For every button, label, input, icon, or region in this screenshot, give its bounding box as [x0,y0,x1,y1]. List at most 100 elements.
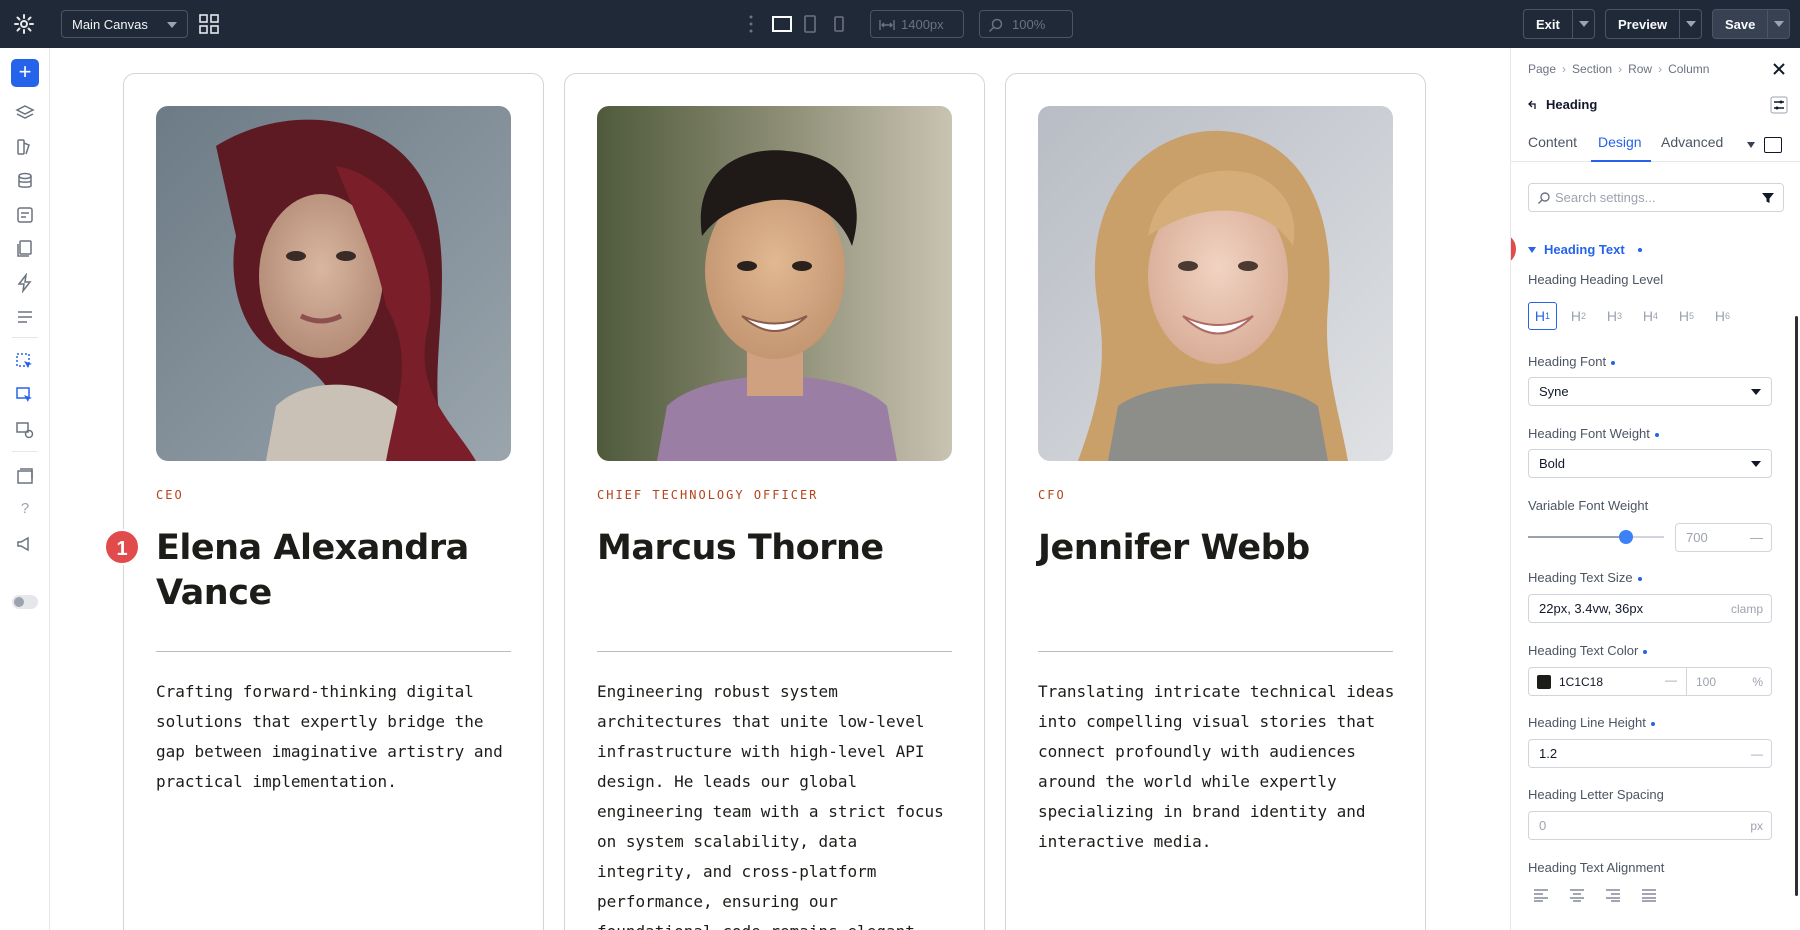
lightning-icon[interactable] [15,273,35,293]
heading-level-h1[interactable]: H1 [1528,302,1557,330]
line-height-input[interactable]: 1.2 — [1528,739,1772,768]
letter-spacing-input[interactable]: 0 px [1528,811,1772,840]
gear-icon[interactable] [14,14,34,34]
align-center-icon[interactable] [1569,888,1585,902]
megaphone-icon[interactable] [15,534,35,554]
select-cursor-icon[interactable] [15,352,35,372]
tab-content[interactable]: Content [1528,134,1577,150]
caret-down-icon [1751,389,1761,395]
variable-weight-slider[interactable] [1528,530,1664,544]
breadcrumb-row[interactable]: Row [1628,62,1652,76]
text-size-input[interactable]: 22px, 3.4vw, 36px clamp [1528,594,1772,623]
team-card[interactable]: CFO Jennifer Webb Translating intricate … [1005,73,1426,930]
phone-view-icon[interactable] [833,14,845,34]
breadcrumb-page[interactable]: Page [1528,62,1556,76]
card-divider [156,651,511,652]
canvas-select[interactable]: Main Canvas [61,10,188,38]
responsive-settings-icon[interactable] [15,420,35,440]
desktop-view-icon[interactable] [771,14,793,34]
filter-icon[interactable] [1761,191,1775,205]
team-bio: Translating intricate technical ideas in… [1038,682,1395,851]
caret-down-icon[interactable] [1747,142,1755,148]
text-size-suffix: clamp [1730,602,1763,616]
team-bio: Engineering robust system architectures … [597,682,944,930]
zoom-field[interactable]: 100% [979,10,1073,38]
theme-toggle[interactable] [12,595,38,609]
font-weight-select[interactable]: Bold [1528,449,1772,478]
module-title-label: Heading [1546,97,1598,112]
tablet-view-icon[interactable] [803,14,817,34]
select-multi-icon[interactable] [15,386,35,406]
exit-button[interactable]: Exit [1523,9,1595,39]
heading-level-h4[interactable]: H4 [1636,302,1665,330]
align-justify-icon[interactable] [1641,888,1657,902]
team-photo[interactable] [156,106,511,461]
text-size-value: 22px, 3.4vw, 36px [1539,601,1644,616]
list-icon[interactable] [15,307,35,327]
team-name-heading[interactable]: Elena Alexandra Vance [156,526,516,616]
font-weight-value: Bold [1539,456,1566,471]
percent-unit: % [1752,675,1763,689]
grid-layout-icon[interactable] [198,13,220,35]
close-icon[interactable] [1771,61,1787,77]
color-swatch[interactable] [1537,675,1551,689]
variable-weight-label: Variable Font Weight [1528,498,1649,513]
preset-square-icon[interactable] [1764,137,1782,153]
database-icon[interactable] [15,171,35,191]
exit-label: Exit [1536,16,1560,32]
heading-level-selector: H1 H2 H3 H4 H5 H6 [1528,302,1737,330]
width-arrows-icon [879,20,895,30]
palette-icon[interactable] [15,137,35,157]
panel-scrollbar[interactable] [1795,316,1798,896]
slider-handle[interactable] [1618,530,1633,544]
text-size-label: Heading Text Size [1528,570,1642,585]
text-color-label: Heading Text Color [1528,643,1648,658]
heading-text-section-toggle[interactable]: Heading Text [1528,242,1642,257]
layers-icon[interactable] [15,103,35,123]
pages-icon[interactable] [15,239,35,259]
caret-down-icon [1751,461,1761,467]
canvas-width-field[interactable]: 1400px [870,10,964,38]
color-opacity-value[interactable]: 100 [1696,675,1716,689]
variable-weight-value: 700 [1686,530,1708,545]
team-card[interactable]: CHIEF TECHNOLOGY OFFICER Marcus Thorne E… [564,73,985,930]
windows-icon[interactable] [15,466,35,486]
align-left-icon[interactable] [1533,888,1549,902]
breadcrumb-section[interactable]: Section [1572,62,1612,76]
breadcrumb-column[interactable]: Column [1668,62,1709,76]
add-element-button[interactable]: + [11,59,39,87]
exit-options-chevron-icon[interactable] [1571,10,1594,38]
top-toolbar: Main Canvas 1400px 100% Exit Preview Sav… [0,0,1800,48]
save-options-chevron-icon[interactable] [1767,10,1789,38]
settings-sliders-icon[interactable] [1770,96,1788,114]
text-color-input[interactable]: 1C1C18 — 100 % [1528,667,1772,696]
back-arrow-icon[interactable] [1528,100,1538,110]
tab-design[interactable]: Design [1598,134,1642,150]
font-weight-label: Heading Font Weight [1528,426,1659,441]
settings-panel: Page › Section › Row › Column Heading Conte… [1510,48,1800,930]
form-icon[interactable] [15,205,35,225]
team-photo[interactable] [597,106,952,461]
team-card[interactable]: CEO Elena Alexandra Vance Crafting forwa… [123,73,544,930]
heading-level-h5[interactable]: H5 [1672,302,1701,330]
heading-level-h2[interactable]: H2 [1564,302,1593,330]
more-vertical-icon[interactable] [748,14,754,34]
team-name-heading[interactable]: Marcus Thorne [597,526,957,571]
preview-label: Preview [1618,16,1668,32]
variable-weight-input[interactable]: 700 — [1675,523,1772,552]
search-settings-input[interactable]: Search settings... [1528,183,1784,212]
team-photo[interactable] [1038,106,1393,461]
align-right-icon[interactable] [1605,888,1621,902]
heading-level-h6[interactable]: H6 [1708,302,1737,330]
preview-button[interactable]: Preview [1605,9,1703,39]
tab-advanced[interactable]: Advanced [1661,134,1723,150]
rail-divider [12,451,38,452]
heading-font-select[interactable]: Syne [1528,377,1772,406]
save-button[interactable]: Save [1712,9,1791,39]
portrait-image-woman-red-hair [156,106,511,461]
team-name-heading[interactable]: Jennifer Webb [1038,526,1398,571]
save-label: Save [1725,16,1756,32]
help-icon[interactable]: ? [15,500,35,520]
heading-level-h3[interactable]: H3 [1600,302,1629,330]
preview-options-chevron-icon[interactable] [1679,10,1701,38]
